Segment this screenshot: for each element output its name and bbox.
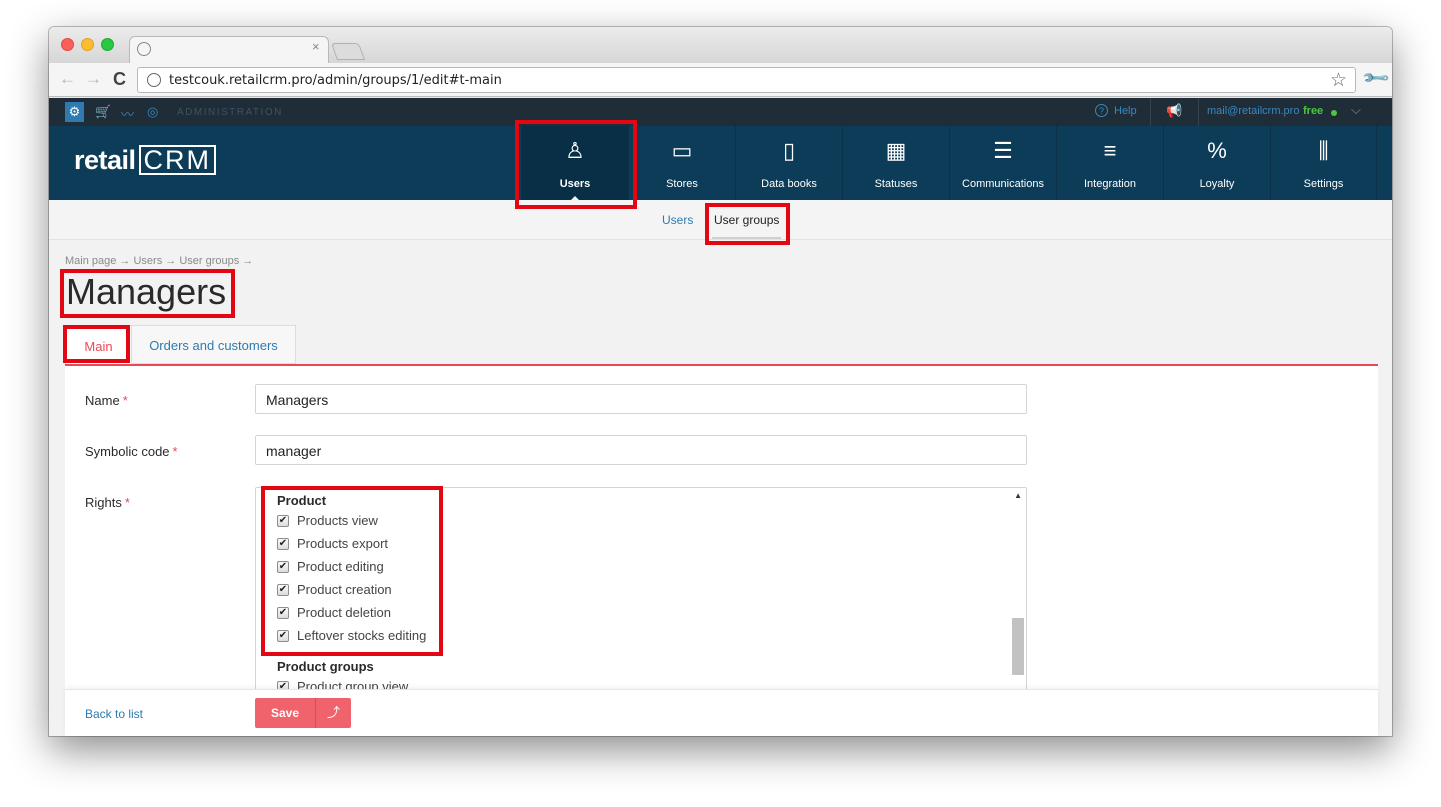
statuses-icon: ▦ bbox=[885, 138, 907, 163]
analytics-icon[interactable]: 〰 bbox=[121, 104, 134, 123]
main-header: retail CRM ♙ Users ▭ Stores ▯ Data books … bbox=[49, 126, 1392, 201]
status-dot bbox=[1331, 110, 1337, 116]
admin-bar: ⚙ 🛒 〰 ◎ ADMINISTRATION ? Help 📢 mail@reta… bbox=[49, 98, 1392, 126]
rights-label-text: Rights bbox=[85, 495, 122, 510]
communications-icon: ☰ bbox=[993, 138, 1013, 163]
form-footer: Back to list Save ⤴ bbox=[65, 689, 1378, 736]
required-mark: * bbox=[172, 444, 178, 459]
address-bar[interactable]: testcouk.retailcrm.pro/admin/groups/1/ed… bbox=[137, 67, 1356, 93]
nav-settings[interactable]: ⫼ Settings bbox=[1270, 126, 1377, 200]
user-email[interactable]: mail@retailcrm.pro bbox=[1207, 105, 1299, 117]
minimize-window-button[interactable] bbox=[81, 38, 94, 51]
nav-communications[interactable]: ☰ Communications bbox=[949, 126, 1056, 200]
book-icon: ▯ bbox=[782, 138, 796, 163]
chevron-down-icon[interactable]: ⌵ bbox=[1351, 102, 1361, 118]
scroll-up-arrow-icon[interactable]: ▲ bbox=[1014, 491, 1022, 500]
nav-data-books-label: Data books bbox=[761, 178, 817, 190]
logo-text: retail bbox=[74, 145, 136, 175]
settings-sliders-icon: ⫼ bbox=[1318, 138, 1329, 163]
zoom-window-button[interactable] bbox=[101, 38, 114, 51]
help-link[interactable]: ? Help bbox=[1095, 104, 1137, 117]
plan-badge: free bbox=[1303, 105, 1324, 117]
nav-statuses-label: Statuses bbox=[874, 178, 918, 190]
divider bbox=[1150, 98, 1151, 126]
nav-data-books[interactable]: ▯ Data books bbox=[735, 126, 842, 200]
reload-icon[interactable]: C bbox=[113, 70, 126, 88]
nav-loyalty[interactable]: % Loyalty bbox=[1163, 126, 1270, 200]
scrollbar-thumb[interactable] bbox=[1012, 618, 1024, 675]
save-button[interactable]: Save bbox=[255, 698, 315, 728]
save-and-up-button[interactable]: ⤴ bbox=[315, 698, 351, 728]
arrow-up-icon: ⤴ bbox=[326, 705, 340, 720]
highlight-users-nav bbox=[515, 120, 637, 209]
page: ⚙ 🛒 〰 ◎ ADMINISTRATION ? Help 📢 mail@reta… bbox=[49, 98, 1392, 736]
divider bbox=[1198, 98, 1199, 126]
highlight-product-rights bbox=[261, 486, 443, 656]
nav-integration-label: Integration bbox=[1084, 178, 1136, 190]
nav-integration[interactable]: ≡ Integration bbox=[1056, 126, 1163, 200]
browser-window: × ← → C testcouk.retailcrm.pro/admin/gro… bbox=[49, 27, 1392, 736]
highlight-page-title bbox=[60, 269, 235, 318]
subnav-users-link[interactable]: Users bbox=[662, 213, 693, 227]
help-icon: ? bbox=[1095, 104, 1108, 117]
symbolic-code-field[interactable]: manager bbox=[255, 435, 1027, 465]
name-label: Name * bbox=[85, 393, 128, 408]
page-info-icon[interactable] bbox=[147, 73, 161, 87]
back-arrow-icon[interactable]: ← bbox=[59, 70, 76, 88]
required-mark: * bbox=[124, 495, 130, 510]
nav-loyalty-label: Loyalty bbox=[1199, 178, 1235, 190]
breadcrumb[interactable]: Main page → Users → User groups → bbox=[65, 255, 253, 267]
megaphone-icon[interactable]: 📢 bbox=[1166, 103, 1182, 119]
retailcrm-logo[interactable]: retail CRM bbox=[74, 145, 217, 176]
symbolic-code-label: Symbolic code * bbox=[85, 444, 178, 459]
logo-crm: CRM bbox=[138, 145, 217, 175]
browser-toolbar: ← → C testcouk.retailcrm.pro/admin/group… bbox=[49, 63, 1392, 97]
nav-stores-label: Stores bbox=[666, 178, 698, 190]
name-label-text: Name bbox=[85, 393, 120, 408]
admin-label: ADMINISTRATION bbox=[177, 107, 283, 118]
tab-orders-and-customers[interactable]: Orders and customers bbox=[132, 325, 296, 364]
highlight-user-groups bbox=[705, 203, 790, 245]
integration-icon: ≡ bbox=[1103, 138, 1117, 163]
help-label: Help bbox=[1114, 105, 1137, 117]
globe-icon bbox=[137, 42, 151, 56]
new-tab-button[interactable] bbox=[330, 43, 366, 60]
tab-close-icon[interactable]: × bbox=[312, 39, 320, 54]
rights-label: Rights * bbox=[85, 495, 130, 510]
wrench-icon[interactable]: 🔧 bbox=[1361, 63, 1392, 94]
symbolic-code-label-text: Symbolic code bbox=[85, 444, 170, 459]
nav-statuses[interactable]: ▦ Statuses bbox=[842, 126, 949, 200]
target-icon[interactable]: ◎ bbox=[147, 104, 158, 120]
browser-tab[interactable] bbox=[129, 36, 329, 63]
store-icon: ▭ bbox=[671, 138, 693, 163]
cart-icon[interactable]: 🛒 bbox=[95, 104, 111, 120]
required-mark: * bbox=[122, 393, 128, 408]
address-url[interactable]: testcouk.retailcrm.pro/admin/groups/1/ed… bbox=[169, 73, 502, 88]
forward-arrow-icon[interactable]: → bbox=[85, 70, 102, 88]
bookmark-star-icon[interactable]: ☆ bbox=[1330, 69, 1347, 92]
nav-stores[interactable]: ▭ Stores bbox=[628, 126, 735, 200]
name-field[interactable]: Managers bbox=[255, 384, 1027, 414]
close-window-button[interactable] bbox=[61, 38, 74, 51]
rights-group-title: Product groups bbox=[277, 659, 374, 674]
back-to-list-link[interactable]: Back to list bbox=[85, 707, 143, 721]
highlight-main-tab bbox=[63, 325, 130, 363]
nav-settings-label: Settings bbox=[1303, 178, 1344, 190]
browser-titlebar: × bbox=[49, 27, 1392, 63]
nav-communications-label: Communications bbox=[962, 178, 1044, 190]
gear-icon[interactable]: ⚙ bbox=[65, 102, 84, 122]
loyalty-icon: % bbox=[1207, 138, 1227, 163]
